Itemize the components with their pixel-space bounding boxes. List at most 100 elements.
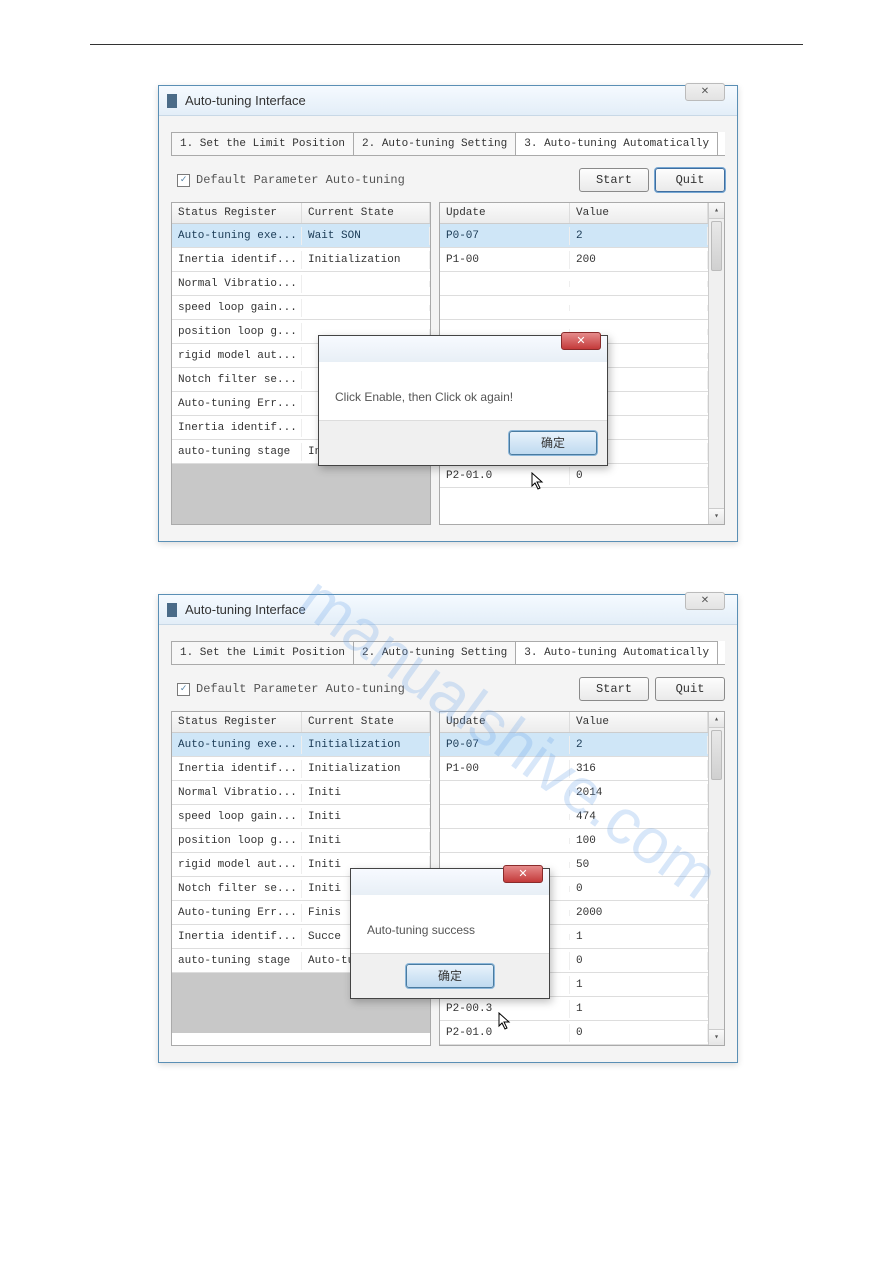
table-row[interactable]: speed loop gain... [172,296,430,320]
value-col-header: Value [570,712,708,732]
default-param-checkbox[interactable]: ✓ Default Parameter Auto-tuning [177,682,405,696]
checkbox-box[interactable]: ✓ [177,683,190,696]
row-cell [302,329,430,335]
app-icon [167,94,177,108]
row-cell: Normal Vibratio... [172,275,302,293]
window-title: Auto-tuning Interface [185,602,729,617]
update-grid-header: Update Value [440,203,724,224]
window-1: Auto-tuning Interface ✕ 1. Set the Limit… [158,85,738,542]
table-row[interactable]: P2-01.00 [440,464,724,488]
update-col-header: Update [440,203,570,223]
row-cell: Normal Vibratio... [172,784,302,802]
scroll-down-icon[interactable]: ▾ [709,508,724,524]
scroll-up-icon[interactable]: ▴ [709,203,724,219]
table-row[interactable]: P2-01.00 [440,1021,724,1045]
checkbox-label: Default Parameter Auto-tuning [196,173,405,187]
row-cell: Initialization [302,736,430,754]
scroll-thumb[interactable] [711,221,722,271]
row-cell: Initi [302,832,430,850]
default-param-checkbox[interactable]: ✓ Default Parameter Auto-tuning [177,173,405,187]
row-cell: position loop g... [172,832,302,850]
row-cell: Auto-tuning Err... [172,395,302,413]
row-cell [440,329,570,335]
dialog-close-icon[interactable]: ✕ [561,332,601,350]
app-icon [167,603,177,617]
status-grid-header: Status Register Current State [172,712,430,733]
row-cell: rigid model aut... [172,347,302,365]
row-cell: auto-tuning stage [172,443,302,461]
start-button[interactable]: Start [579,168,649,192]
table-row[interactable] [440,272,724,296]
row-cell: Auto-tuning Err... [172,904,302,922]
table-row[interactable]: Inertia identif...Initialization [172,248,430,272]
row-cell [570,305,708,311]
row-cell: auto-tuning stage [172,952,302,970]
content-area: 1. Set the Limit Position 2. Auto-tuning… [159,116,737,541]
row-cell [440,814,570,820]
row-cell: 1 [570,976,708,994]
row-cell: 1 [570,928,708,946]
row-cell: Inertia identif... [172,760,302,778]
row-cell: speed loop gain... [172,808,302,826]
top-row: ✓ Default Parameter Auto-tuning Start Qu… [171,168,725,192]
table-row[interactable]: position loop g...Initi [172,829,430,853]
scroll-thumb[interactable] [711,730,722,780]
row-cell: 0 [570,952,708,970]
scrollbar[interactable]: ▴ ▾ [708,203,724,524]
row-cell: Initi [302,808,430,826]
row-cell: Inertia identif... [172,251,302,269]
tab-auto-tuning-auto[interactable]: 3. Auto-tuning Automatically [515,132,718,155]
row-cell: 2 [570,227,708,245]
row-cell: Wait SON [302,227,430,245]
row-cell: rigid model aut... [172,856,302,874]
table-row[interactable]: Normal Vibratio...Initi [172,781,430,805]
tab-limit-position[interactable]: 1. Set the Limit Position [171,132,354,155]
window-title: Auto-tuning Interface [185,93,729,108]
status-col-header: Status Register [172,712,302,732]
dialog-message: Auto-tuning success [351,895,549,953]
row-cell [570,281,708,287]
quit-button[interactable]: Quit [655,168,725,192]
quit-button[interactable]: Quit [655,677,725,701]
value-col-header: Value [570,203,708,223]
message-dialog-1: ✕ Click Enable, then Click ok again! 确定 [318,335,608,466]
grid-filler [172,464,430,524]
state-col-header: Current State [302,203,430,223]
row-cell: Initialization [302,251,430,269]
table-row[interactable]: Auto-tuning exe...Initialization [172,733,430,757]
row-cell: Inertia identif... [172,928,302,946]
table-row[interactable] [440,296,724,320]
row-cell: position loop g... [172,323,302,341]
tab-auto-tuning-auto[interactable]: 3. Auto-tuning Automatically [515,641,718,664]
table-row[interactable]: Normal Vibratio... [172,272,430,296]
checkbox-box[interactable]: ✓ [177,174,190,187]
tab-auto-tuning-setting[interactable]: 2. Auto-tuning Setting [353,132,516,155]
table-row[interactable]: P1-00200 [440,248,724,272]
row-cell: Auto-tuning exe... [172,736,302,754]
status-col-header: Status Register [172,203,302,223]
dialog-footer: 确定 [351,953,549,998]
dialog-ok-button[interactable]: 确定 [509,431,597,455]
start-button[interactable]: Start [579,677,649,701]
row-cell: Inertia identif... [172,419,302,437]
row-cell: P1-00 [440,251,570,269]
table-row[interactable]: Auto-tuning exe...Wait SON [172,224,430,248]
scroll-up-icon[interactable]: ▴ [709,712,724,728]
scroll-down-icon[interactable]: ▾ [709,1029,724,1045]
table-row[interactable]: P0-072 [440,224,724,248]
tab-strip: 1. Set the Limit Position 2. Auto-tuning… [171,132,725,156]
table-row[interactable]: P2-00.31 [440,997,724,1021]
close-button[interactable]: ✕ [685,592,725,610]
table-row[interactable]: Inertia identif...Initialization [172,757,430,781]
table-row[interactable]: speed loop gain...Initi [172,805,430,829]
row-cell: Initi [302,784,430,802]
dialog-close-icon[interactable]: ✕ [503,865,543,883]
dialog-title-bar[interactable]: ✕ [319,336,607,362]
dialog-ok-button[interactable]: 确定 [406,964,494,988]
row-cell: 0 [570,467,708,485]
row-cell: Initialization [302,760,430,778]
dialog-title-bar[interactable]: ✕ [351,869,549,895]
status-grid-header: Status Register Current State [172,203,430,224]
close-button[interactable]: ✕ [685,83,725,101]
row-cell: 1 [570,1000,708,1018]
